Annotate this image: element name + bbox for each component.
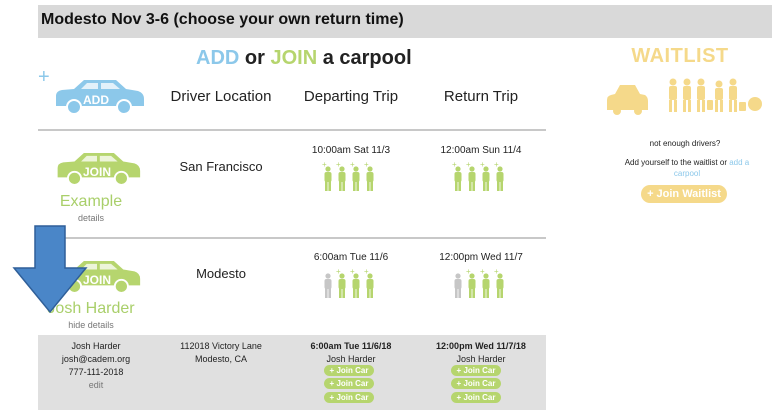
driver-location: San Francisco <box>179 159 263 174</box>
join-car-button[interactable]: + Join Car <box>324 392 374 403</box>
details-driver-name: Josh Harder <box>71 341 121 351</box>
add-label: ADD <box>83 93 109 107</box>
seat-open-icon[interactable]: + <box>466 267 476 298</box>
title-a-carpool: a carpool <box>322 47 412 69</box>
waitlist-people-icon <box>607 78 762 115</box>
seat-open-icon[interactable]: + <box>350 267 360 298</box>
join-carpool-button[interactable]: JOIN <box>52 148 142 190</box>
depart-time: 10:00am Sat 11/3 <box>311 145 391 156</box>
seat-open-icon[interactable]: + <box>336 160 346 191</box>
details-depart-time: 6:00am Tue 11/6/18 <box>310 341 392 351</box>
depart-time: 6:00am Tue 11/6 <box>313 252 389 263</box>
join-car-button[interactable]: + Join Car <box>324 365 374 376</box>
seat-open-icon[interactable]: + <box>336 267 346 298</box>
join-car-button[interactable]: + Join Car <box>324 378 374 389</box>
details-contact: Josh Harder josh@cadem.org 777-111-2018 … <box>38 340 154 392</box>
seat-open-icon[interactable]: + <box>322 160 332 191</box>
driver-name[interactable]: Example <box>31 193 151 211</box>
return-time: 12:00pm Wed 11/7 <box>439 252 523 263</box>
arrow-down-icon <box>12 225 88 314</box>
not-enough-drivers: not enough drivers? <box>649 139 721 148</box>
details-return: 12:00pm Wed 11/7/18 Josh Harder <box>421 340 541 366</box>
plus-icon: + <box>38 66 50 88</box>
carpool-title: ADD or JOIN a carpool <box>196 47 412 70</box>
return-seats[interactable]: + + + + <box>451 160 511 199</box>
details-edit-link[interactable]: edit <box>38 379 154 392</box>
title-add: ADD <box>196 47 240 69</box>
details-link[interactable]: details <box>31 213 151 223</box>
event-header: Modesto Nov 3-6 (choose your own return … <box>38 5 772 38</box>
seat-open-icon[interactable]: + <box>494 267 504 298</box>
seat-taken-icon <box>324 273 332 298</box>
seat-open-icon[interactable]: + <box>364 267 374 298</box>
join-waitlist-button[interactable]: + Join Waitlist <box>641 185 727 203</box>
depart-seats[interactable]: + + + <box>321 267 381 306</box>
join-car-button[interactable]: + Join Car <box>451 365 501 376</box>
seat-open-icon[interactable]: + <box>452 160 462 191</box>
seat-open-icon[interactable]: + <box>364 160 374 191</box>
join-car-button[interactable]: + Join Car <box>451 392 501 403</box>
seat-open-icon[interactable]: + <box>350 160 360 191</box>
add-yourself-text: Add yourself to the waitlist or <box>624 158 727 167</box>
join-label: JOIN <box>82 165 111 179</box>
waitlist-title: WAITLIST <box>631 45 729 67</box>
address-line1: 112018 Victory Lane <box>180 341 262 351</box>
seat-open-icon[interactable]: + <box>494 160 504 191</box>
event-title: Modesto Nov 3-6 (choose your own return … <box>41 11 404 28</box>
row-divider <box>38 129 546 131</box>
col-return-trip: Return Trip <box>443 88 519 105</box>
details-phone: 777-111-2018 <box>68 367 124 377</box>
seat-open-icon[interactable]: + <box>480 267 490 298</box>
add-carpool-button[interactable]: + ADD <box>38 66 148 118</box>
title-or: or <box>244 47 265 69</box>
depart-seats[interactable]: + + + + <box>321 160 381 199</box>
details-depart: 6:00am Tue 11/6/18 Josh Harder <box>291 340 411 366</box>
row-divider <box>38 237 546 239</box>
hide-details-link[interactable]: hide details <box>31 320 151 330</box>
address-line2: Modesto, CA <box>194 354 248 364</box>
seat-taken-icon <box>454 273 462 298</box>
details-email: josh@cadem.org <box>61 354 131 364</box>
seat-open-icon[interactable]: + <box>466 160 476 191</box>
driver-location: Modesto <box>196 266 246 281</box>
details-address: 112018 Victory Lane Modesto, CA <box>161 340 281 366</box>
details-return-time: 12:00pm Wed 11/7/18 <box>436 341 526 351</box>
return-seats[interactable]: + + + <box>451 267 511 306</box>
title-join: JOIN <box>270 47 318 69</box>
waitlist-instructions: Add yourself to the waitlist or add a ca… <box>612 157 762 179</box>
return-time: 12:00am Sun 11/4 <box>440 145 522 156</box>
seat-open-icon[interactable]: + <box>480 160 490 191</box>
join-car-button[interactable]: + Join Car <box>451 378 501 389</box>
